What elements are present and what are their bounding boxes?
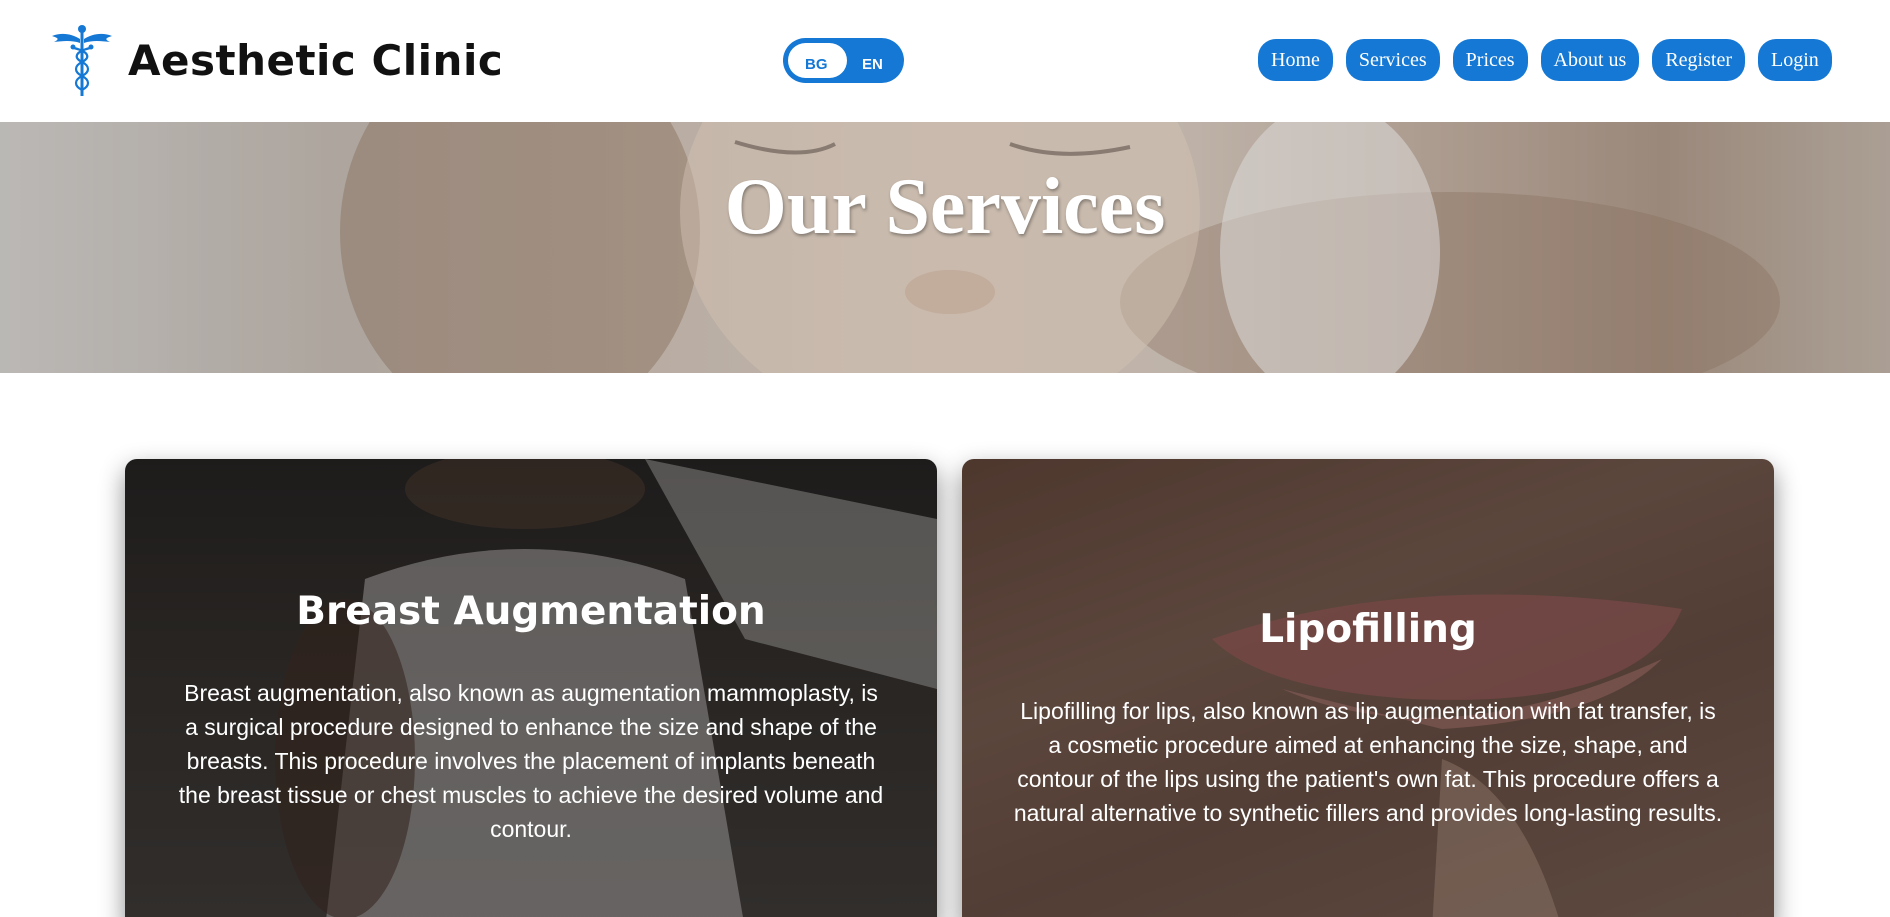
language-toggle[interactable]: BG EN xyxy=(783,38,904,83)
service-card-description: Breast augmentation, also known as augme… xyxy=(178,680,884,842)
language-option-en[interactable]: EN xyxy=(862,56,883,73)
service-card-breast-augmentation[interactable]: Breast Augmentation Breast augmentation,… xyxy=(125,459,937,917)
service-card-content: Breast Augmentation Breast augmentation,… xyxy=(175,589,887,846)
brand-logo[interactable]: Aesthetic Clinic xyxy=(50,22,503,98)
caduceus-icon xyxy=(52,25,112,96)
language-option-bg[interactable]: BG xyxy=(805,56,828,73)
service-card-content: Lipofilling Lipofilling for lips, also k… xyxy=(1012,607,1724,830)
service-card-lipofilling[interactable]: Lipofilling Lipofilling for lips, also k… xyxy=(962,459,1774,917)
page-title: Our Services xyxy=(724,163,1166,251)
brand-name: Aesthetic Clinic xyxy=(128,35,504,85)
nav-login[interactable]: Login xyxy=(1758,39,1832,81)
service-card-description: Lipofilling for lips, also known as lip … xyxy=(1013,698,1723,826)
nav-services[interactable]: Services xyxy=(1345,39,1440,81)
nav-about-us[interactable]: About us xyxy=(1540,39,1640,81)
service-card-title: Lipofilling xyxy=(1259,607,1477,652)
nav-register[interactable]: Register xyxy=(1652,39,1745,81)
nav-prices[interactable]: Prices xyxy=(1452,39,1528,81)
site-header: Aesthetic Clinic BG EN Home Services Pri… xyxy=(0,0,1890,122)
service-card-title: Breast Augmentation xyxy=(296,589,766,634)
main-nav: Home Services Prices About us Register L… xyxy=(1258,39,1832,81)
nav-home[interactable]: Home xyxy=(1258,39,1333,81)
hero-banner: Our Services xyxy=(0,122,1890,373)
